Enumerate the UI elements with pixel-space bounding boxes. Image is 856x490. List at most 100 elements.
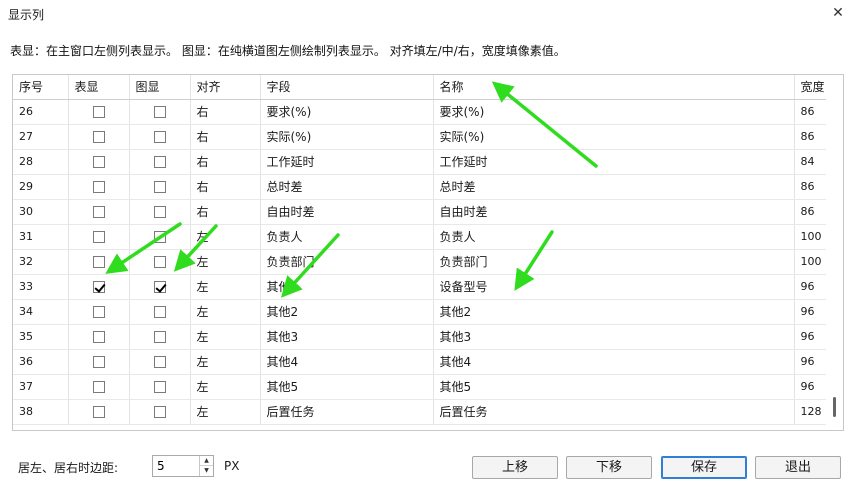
cell-chart-show[interactable] — [129, 149, 191, 175]
cell-field[interactable]: 其他2 — [260, 299, 434, 325]
cell-seq[interactable]: 29 — [13, 174, 69, 200]
cell-align[interactable]: 右 — [190, 149, 261, 175]
cell-width[interactable]: 96 — [794, 324, 829, 350]
cell-field[interactable]: 总时差 — [260, 174, 434, 200]
cell-align[interactable]: 左 — [190, 374, 261, 400]
table-show-checkbox[interactable] — [92, 256, 105, 268]
cell-seq[interactable]: 27 — [13, 124, 69, 150]
header-align[interactable]: 对齐 — [190, 75, 261, 100]
cell-align[interactable]: 左 — [190, 349, 261, 375]
chart-show-checkbox[interactable] — [153, 306, 166, 318]
cell-chart-show[interactable] — [129, 274, 191, 300]
table-row[interactable]: 29 右总时差 总时差 86 — [13, 174, 829, 200]
table-row[interactable]: 33 左其他1 设备型号 96 — [13, 274, 829, 300]
cell-table-show[interactable] — [68, 249, 130, 275]
chart-show-checkbox[interactable] — [153, 181, 166, 193]
cell-name[interactable]: 要求(%) — [433, 99, 795, 125]
cell-chart-show[interactable] — [129, 224, 191, 250]
table-row[interactable]: 28 右工作延时 工作延时 84 — [13, 149, 829, 175]
exit-button[interactable]: 退出 — [755, 456, 841, 479]
table-row[interactable]: 34 左其他2 其他2 96 — [13, 299, 829, 325]
cell-field[interactable]: 工作延时 — [260, 149, 434, 175]
cell-chart-show[interactable] — [129, 299, 191, 325]
cell-chart-show[interactable] — [129, 124, 191, 150]
chart-show-checkbox[interactable] — [153, 356, 166, 368]
cell-table-show[interactable] — [68, 349, 130, 375]
cell-align[interactable]: 左 — [190, 324, 261, 350]
cell-seq[interactable]: 28 — [13, 149, 69, 175]
cell-seq[interactable]: 36 — [13, 349, 69, 375]
cell-field[interactable]: 其他1 — [260, 274, 434, 300]
cell-chart-show[interactable] — [129, 399, 191, 425]
cell-field[interactable]: 其他3 — [260, 324, 434, 350]
cell-name[interactable]: 工作延时 — [433, 149, 795, 175]
cell-chart-show[interactable] — [129, 374, 191, 400]
cell-chart-show[interactable] — [129, 349, 191, 375]
vertical-scrollbar[interactable] — [826, 75, 843, 430]
cell-seq[interactable]: 30 — [13, 199, 69, 225]
cell-chart-show[interactable] — [129, 199, 191, 225]
table-row[interactable]: 27 右实际(%) 实际(%) 86 — [13, 124, 829, 150]
cell-align[interactable]: 左 — [190, 249, 261, 275]
cell-table-show[interactable] — [68, 274, 130, 300]
cell-seq[interactable]: 34 — [13, 299, 69, 325]
table-row[interactable]: 30 右自由时差 自由时差 86 — [13, 199, 829, 225]
cell-chart-show[interactable] — [129, 249, 191, 275]
table-show-checkbox[interactable] — [92, 331, 105, 343]
table-row[interactable]: 26 右要求(%) 要求(%) 86 — [13, 99, 829, 125]
cell-align[interactable]: 左 — [190, 224, 261, 250]
table-row[interactable]: 32 左负责部门 负责部门 100 — [13, 249, 829, 275]
cell-seq[interactable]: 37 — [13, 374, 69, 400]
save-button[interactable]: 保存 — [661, 456, 747, 479]
cell-field[interactable]: 其他5 — [260, 374, 434, 400]
chart-show-checkbox[interactable] — [153, 381, 166, 393]
cell-width[interactable]: 86 — [794, 174, 829, 200]
cell-table-show[interactable] — [68, 124, 130, 150]
cell-width[interactable]: 100 — [794, 249, 829, 275]
cell-name[interactable]: 负责部门 — [433, 249, 795, 275]
stepper-down-icon[interactable]: ▼ — [200, 466, 213, 476]
header-width[interactable]: 宽度 — [794, 75, 829, 100]
cell-seq[interactable]: 32 — [13, 249, 69, 275]
table-row[interactable]: 35 左其他3 其他3 96 — [13, 324, 829, 350]
cell-name[interactable]: 其他3 — [433, 324, 795, 350]
margin-input[interactable] — [153, 456, 199, 476]
header-field[interactable]: 字段 — [260, 75, 434, 100]
cell-field[interactable]: 实际(%) — [260, 124, 434, 150]
cell-seq[interactable]: 31 — [13, 224, 69, 250]
cell-seq[interactable]: 33 — [13, 274, 69, 300]
cell-width[interactable]: 96 — [794, 299, 829, 325]
cell-width[interactable]: 86 — [794, 124, 829, 150]
cell-field[interactable]: 要求(%) — [260, 99, 434, 125]
cell-align[interactable]: 左 — [190, 399, 261, 425]
header-name[interactable]: 名称 — [433, 75, 795, 100]
cell-name[interactable]: 总时差 — [433, 174, 795, 200]
chart-show-checkbox[interactable] — [153, 106, 166, 118]
move-up-button[interactable]: 上移 — [472, 456, 558, 479]
cell-chart-show[interactable] — [129, 174, 191, 200]
table-show-checkbox[interactable] — [92, 356, 105, 368]
cell-chart-show[interactable] — [129, 324, 191, 350]
scrollbar-thumb[interactable] — [833, 397, 836, 417]
chart-show-checkbox[interactable] — [153, 206, 166, 218]
cell-width[interactable]: 86 — [794, 199, 829, 225]
chart-show-checkbox[interactable] — [153, 231, 166, 243]
table-show-checkbox[interactable] — [92, 381, 105, 393]
cell-field[interactable]: 后置任务 — [260, 399, 434, 425]
chart-show-checkbox[interactable] — [153, 406, 166, 418]
cell-seq[interactable]: 35 — [13, 324, 69, 350]
cell-align[interactable]: 右 — [190, 174, 261, 200]
cell-table-show[interactable] — [68, 324, 130, 350]
table-show-checkbox[interactable] — [92, 156, 105, 168]
cell-field[interactable]: 其他4 — [260, 349, 434, 375]
cell-width[interactable]: 100 — [794, 224, 829, 250]
cell-name[interactable]: 后置任务 — [433, 399, 795, 425]
header-seq[interactable]: 序号 — [13, 75, 69, 100]
cell-width[interactable]: 96 — [794, 349, 829, 375]
table-row[interactable]: 31 左负责人 负责人 100 — [13, 224, 829, 250]
cell-table-show[interactable] — [68, 224, 130, 250]
cell-field[interactable]: 负责人 — [260, 224, 434, 250]
chart-show-checkbox[interactable] — [153, 281, 166, 293]
cell-name[interactable]: 其他4 — [433, 349, 795, 375]
cell-table-show[interactable] — [68, 374, 130, 400]
